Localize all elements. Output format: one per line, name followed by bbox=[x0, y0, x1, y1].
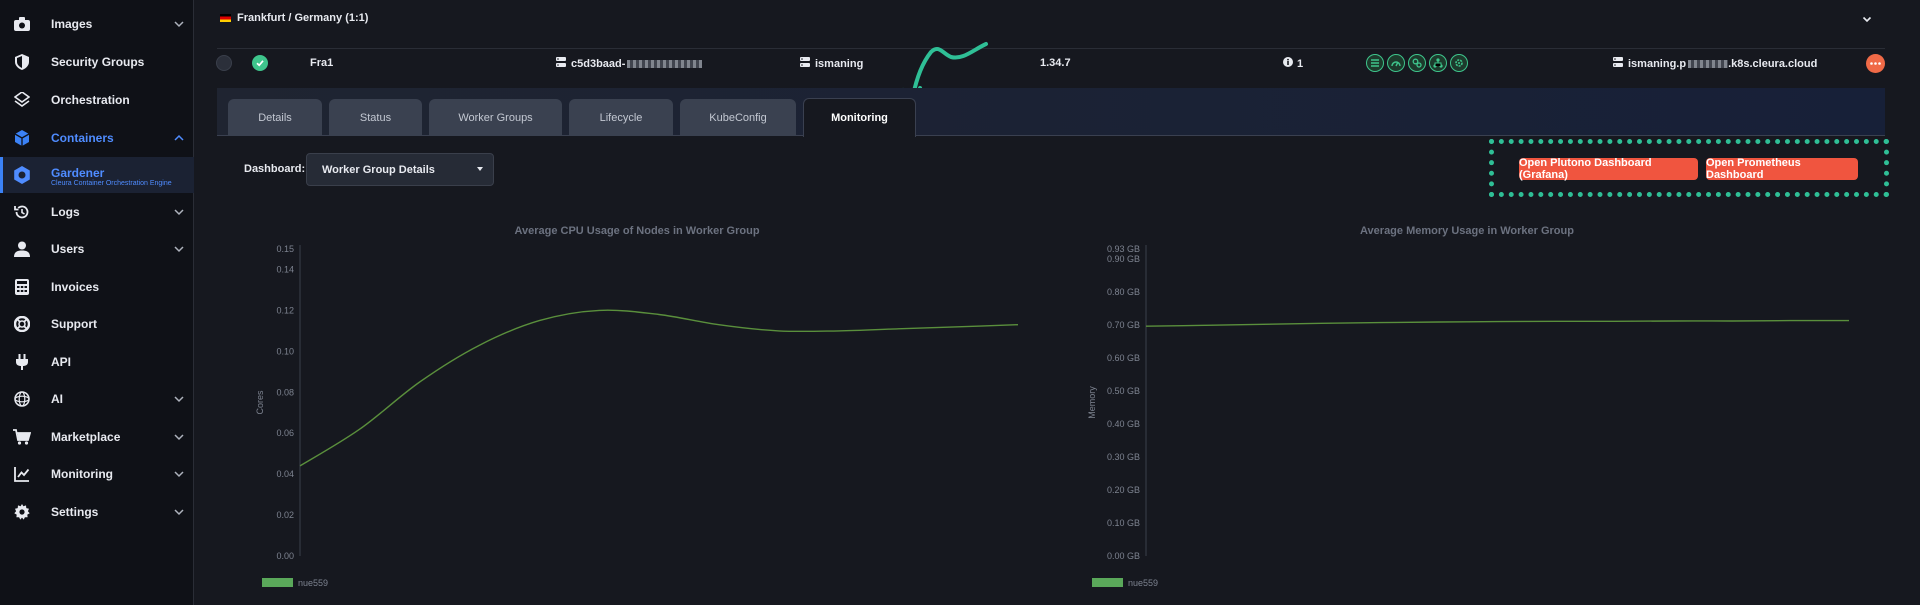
sidebar-item-orchestration[interactable]: Orchestration bbox=[0, 82, 194, 118]
sidebar-item-invoices[interactable]: Invoices bbox=[0, 269, 194, 305]
sidebar-item-label: Logs bbox=[51, 205, 80, 219]
gear-icon bbox=[13, 503, 31, 521]
sidebar-item-label: Orchestration bbox=[51, 93, 130, 107]
sidebar-item-label: Invoices bbox=[51, 280, 100, 294]
legend-label: nue559 bbox=[298, 578, 328, 588]
y-tick-label: 0.50 GB bbox=[1107, 386, 1140, 396]
gardener-icon bbox=[13, 166, 31, 184]
y-tick-label: 0.70 GB bbox=[1107, 320, 1140, 330]
sidebar-item-support[interactable]: Support bbox=[0, 306, 194, 342]
chart-title: Average Memory Usage in Worker Group bbox=[1360, 225, 1574, 237]
sidebar-item-label: Settings bbox=[51, 505, 99, 519]
y-axis-label: Cores bbox=[255, 390, 265, 415]
chevron-down-icon bbox=[172, 467, 186, 481]
sidebar-subitem-label: Gardener bbox=[51, 166, 105, 180]
user-icon bbox=[13, 240, 31, 258]
y-tick-label: 0.60 GB bbox=[1107, 353, 1140, 363]
sidebar-item-ai[interactable]: AI bbox=[0, 381, 194, 417]
sidebar-item-monitoring[interactable]: Monitoring bbox=[0, 456, 194, 492]
sidebar-item-label: Users bbox=[51, 242, 85, 256]
sidebar-item-users[interactable]: Users bbox=[0, 231, 194, 267]
lifebuoy-icon bbox=[13, 315, 31, 333]
y-tick-label: 0.12 bbox=[276, 305, 294, 315]
y-tick-label: 0.02 bbox=[276, 510, 294, 520]
chevron-down-icon bbox=[172, 392, 186, 406]
chevron-down-icon bbox=[172, 17, 186, 31]
legend-swatch bbox=[262, 578, 293, 587]
y-tick-label: 0.10 GB bbox=[1107, 518, 1140, 528]
calculator-icon bbox=[13, 278, 31, 296]
chevron-down-icon bbox=[172, 205, 186, 219]
history-icon bbox=[13, 203, 31, 221]
y-tick-label: 0.40 GB bbox=[1107, 419, 1140, 429]
sidebar-item-label: Containers bbox=[51, 131, 114, 145]
cpu-usage-chart: Average CPU Usage of Nodes in Worker Gro… bbox=[255, 225, 1019, 588]
y-tick-label: 0.90 GB bbox=[1107, 254, 1140, 264]
sidebar-subitem-gardener[interactable]: Gardener Cleura Container Orchestration … bbox=[0, 157, 194, 193]
series-line-nue559 bbox=[1145, 319, 1849, 327]
sidebar-item-label: Images bbox=[51, 17, 93, 31]
chevron-down-icon bbox=[172, 430, 186, 444]
sidebar-item-label: Security Groups bbox=[51, 55, 145, 69]
chart-line-icon bbox=[13, 465, 31, 483]
y-tick-label: 0.00 GB bbox=[1107, 551, 1140, 561]
main-content: Frankfurt / Germany (1:1) Fra1 c5d3baad-… bbox=[195, 0, 1906, 605]
chevron-down-icon bbox=[172, 505, 186, 519]
sidebar-item-api[interactable]: API bbox=[0, 344, 194, 380]
y-tick-label: 0.20 GB bbox=[1107, 485, 1140, 495]
sidebar-subitem-sublabel: Cleura Container Orchestration Engine bbox=[51, 180, 172, 187]
legend-label: nue559 bbox=[1128, 578, 1158, 588]
y-tick-label: 0.15 bbox=[276, 244, 294, 254]
chart-title: Average CPU Usage of Nodes in Worker Gro… bbox=[514, 225, 759, 237]
y-tick-label: 0.08 bbox=[276, 387, 294, 397]
y-tick-label: 0.14 bbox=[276, 264, 294, 274]
sidebar-item-marketplace[interactable]: Marketplace bbox=[0, 419, 194, 455]
y-tick-label: 0.00 bbox=[276, 551, 294, 561]
chevron-up-icon bbox=[172, 131, 186, 145]
sidebar-item-label: API bbox=[51, 355, 72, 369]
sidebar-item-label: Support bbox=[51, 317, 97, 331]
orchestration-icon bbox=[13, 91, 31, 109]
app-window: Images Security Groups Orchestration Con… bbox=[0, 0, 1920, 605]
sidebar-item-security-groups[interactable]: Security Groups bbox=[0, 44, 194, 80]
active-indicator bbox=[0, 157, 3, 193]
memory-usage-chart: Average Memory Usage in Worker Group 0.00… bbox=[1087, 225, 1849, 588]
cart-icon bbox=[13, 428, 31, 446]
sidebar-item-containers[interactable]: Containers bbox=[0, 120, 194, 156]
sidebar: Images Security Groups Orchestration Con… bbox=[0, 0, 194, 605]
legend-swatch bbox=[1092, 578, 1123, 587]
y-tick-label: 0.04 bbox=[276, 469, 294, 479]
series-line-nue559 bbox=[299, 309, 1019, 467]
sidebar-item-images[interactable]: Images bbox=[0, 6, 194, 42]
y-tick-label: 0.06 bbox=[276, 428, 294, 438]
sidebar-item-label: AI bbox=[51, 392, 63, 406]
plug-icon bbox=[13, 353, 31, 371]
chevron-down-icon bbox=[172, 242, 186, 256]
cube-icon bbox=[13, 129, 31, 147]
sidebar-item-logs[interactable]: Logs bbox=[0, 194, 194, 230]
sidebar-item-label: Monitoring bbox=[51, 467, 113, 481]
charts-canvas: Average CPU Usage of Nodes in Worker Gro… bbox=[255, 225, 1849, 588]
y-tick-label: 0.30 GB bbox=[1107, 452, 1140, 462]
y-axis-label: Memory bbox=[1087, 386, 1097, 419]
sidebar-item-label: Marketplace bbox=[51, 430, 121, 444]
shield-icon bbox=[13, 53, 31, 71]
sidebar-item-settings[interactable]: Settings bbox=[0, 494, 194, 530]
y-tick-label: 0.80 GB bbox=[1107, 287, 1140, 297]
y-tick-label: 0.93 GB bbox=[1107, 244, 1140, 254]
ai-icon bbox=[13, 390, 31, 408]
y-tick-label: 0.10 bbox=[276, 346, 294, 356]
camera-icon bbox=[13, 15, 31, 33]
